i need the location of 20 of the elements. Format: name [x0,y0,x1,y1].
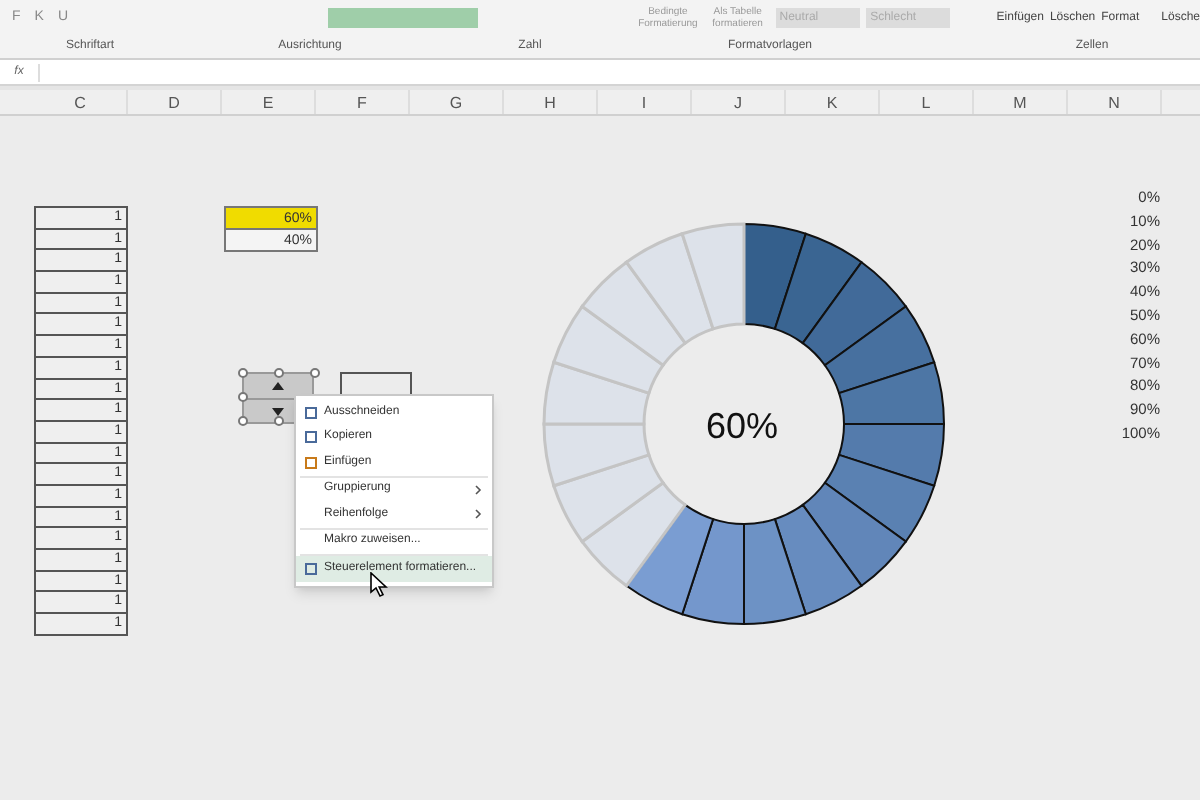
menu-item-icon [304,561,318,576]
selection-handle[interactable] [238,416,248,426]
selection-handle[interactable] [310,368,320,378]
chart-label: 60% [706,404,779,450]
column-header[interactable]: M [974,90,1068,114]
column-header[interactable]: D [128,90,222,114]
selection-handle[interactable] [274,368,284,378]
column-header[interactable]: L [880,90,974,114]
column-header[interactable]: N [1068,90,1162,114]
column-header[interactable]: C [34,90,128,114]
selection-handle[interactable] [238,392,248,402]
selection-handle[interactable] [274,416,284,426]
selection-handle[interactable] [238,368,248,378]
column-header[interactable]: E [222,90,316,114]
column-header[interactable]: G [410,90,504,114]
column-header[interactable]: F [316,90,410,114]
column-header[interactable]: J [692,90,786,114]
column-header[interactable]: H [504,90,598,114]
column-header[interactable]: I [598,90,692,114]
column-header[interactable]: K [786,90,880,114]
